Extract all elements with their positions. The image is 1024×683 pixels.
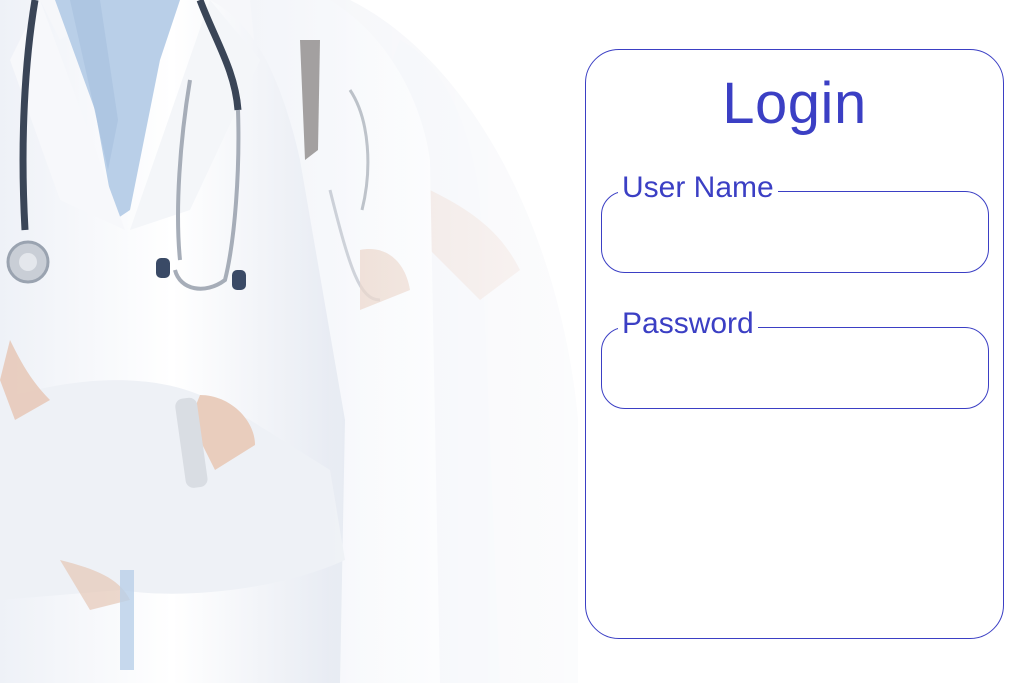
- password-field[interactable]: Password: [601, 307, 989, 409]
- login-form: Login User Name Password: [585, 49, 1004, 639]
- password-input[interactable]: [616, 350, 974, 390]
- login-title: Login: [722, 71, 867, 136]
- username-field[interactable]: User Name: [601, 171, 989, 273]
- username-label: User Name: [618, 171, 778, 205]
- password-label: Password: [618, 307, 758, 341]
- doctors-illustration: [0, 0, 578, 683]
- username-input[interactable]: [616, 214, 974, 254]
- hero-image: [0, 0, 580, 683]
